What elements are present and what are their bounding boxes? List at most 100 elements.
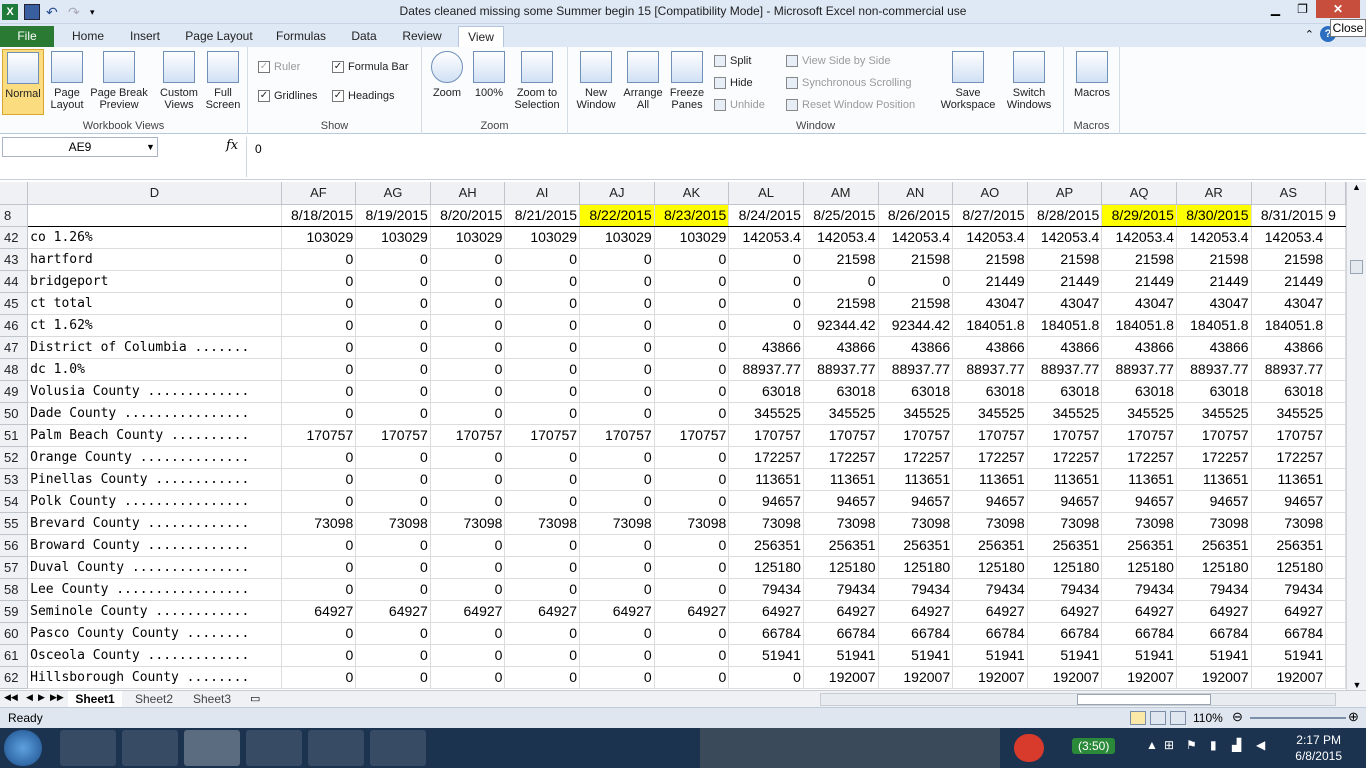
cell[interactable]: 0 (654, 314, 730, 337)
cell[interactable]: 0 (654, 534, 730, 557)
row-header[interactable]: 45 (0, 292, 29, 315)
date-header-cell[interactable]: 8/20/2015 (430, 204, 506, 227)
cell[interactable]: 0 (281, 490, 357, 513)
cell[interactable]: 103029 (430, 226, 506, 249)
gridlines-checkbox[interactable]: ✓ Gridlines (258, 90, 317, 102)
cell[interactable] (1325, 424, 1346, 447)
cell[interactable]: 192007 (1251, 666, 1327, 689)
cell[interactable]: 192007 (803, 666, 879, 689)
volume-icon[interactable]: ◀ (1256, 738, 1265, 752)
cell[interactable]: 0 (430, 666, 506, 689)
name-box[interactable]: AE9 (2, 137, 158, 157)
date-header-cell[interactable]: 8/24/2015 (728, 204, 804, 227)
cell[interactable]: 79434 (1101, 578, 1177, 601)
cell[interactable]: 94657 (728, 490, 804, 513)
cell[interactable]: 73098 (281, 512, 357, 535)
powerpoint-icon[interactable] (370, 730, 426, 766)
cell[interactable]: 88937.77 (1176, 358, 1252, 381)
cell[interactable]: 0 (654, 490, 730, 513)
cell[interactable]: 125180 (1251, 556, 1327, 579)
row-header[interactable]: 58 (0, 578, 29, 601)
cell[interactable]: 73098 (1176, 512, 1252, 535)
cell[interactable]: 142053.4 (1027, 226, 1103, 249)
row-header[interactable]: 8 (0, 204, 29, 227)
cell[interactable]: 0 (654, 468, 730, 491)
cell[interactable]: 192007 (1176, 666, 1252, 689)
cell[interactable]: 0 (728, 248, 804, 271)
cell[interactable]: 0 (355, 446, 431, 469)
cell[interactable]: 66784 (803, 622, 879, 645)
zoom-button[interactable]: Zoom (428, 49, 466, 99)
row-header[interactable]: 56 (0, 534, 29, 557)
cell[interactable]: 0 (654, 292, 730, 315)
cell[interactable]: 51941 (1027, 644, 1103, 667)
cell[interactable] (1325, 578, 1346, 601)
cell[interactable] (1325, 468, 1346, 491)
cell[interactable]: 0 (281, 358, 357, 381)
cell[interactable]: 256351 (1027, 534, 1103, 557)
cell[interactable]: 0 (504, 314, 581, 337)
cell[interactable]: 0 (579, 402, 655, 425)
cell[interactable]: 345525 (1027, 402, 1103, 425)
row-label-cell[interactable]: District of Columbia ....... (27, 336, 282, 359)
cell[interactable] (1325, 336, 1346, 359)
cell[interactable]: 73098 (579, 512, 655, 535)
chrome-icon[interactable] (246, 730, 302, 766)
cell[interactable]: 0 (654, 402, 730, 425)
cell[interactable]: 113651 (1176, 468, 1252, 491)
prev-sheet-icon[interactable]: ◀ (26, 692, 33, 703)
row-label-cell[interactable]: co 1.26% (27, 226, 282, 249)
cell[interactable]: 172257 (878, 446, 954, 469)
cell[interactable]: 0 (355, 578, 431, 601)
cell[interactable]: 103029 (579, 226, 655, 249)
cell[interactable]: 73098 (728, 512, 804, 535)
cell[interactable]: 43047 (1176, 292, 1252, 315)
cell[interactable]: 0 (579, 358, 655, 381)
cell[interactable]: 0 (430, 270, 506, 293)
cell[interactable]: 0 (654, 644, 730, 667)
cell[interactable]: 125180 (1101, 556, 1177, 579)
cell[interactable]: 21598 (803, 248, 879, 271)
row-header[interactable]: 62 (0, 666, 29, 689)
arrange-all-button[interactable]: Arrange All (620, 49, 666, 111)
cell[interactable]: 170757 (1101, 424, 1177, 447)
cell[interactable]: 103029 (654, 226, 730, 249)
cell[interactable]: 0 (504, 248, 581, 271)
cell[interactable]: 256351 (1101, 534, 1177, 557)
cell[interactable]: 184051.8 (1176, 314, 1252, 337)
sheet-tab-sheet1[interactable]: Sheet1 (68, 691, 122, 708)
row-header[interactable]: 60 (0, 622, 29, 645)
cell[interactable]: 0 (728, 314, 804, 337)
cell[interactable]: 0 (579, 336, 655, 359)
cell[interactable]: 113651 (1027, 468, 1103, 491)
cell[interactable]: 0 (430, 292, 506, 315)
cell[interactable]: 0 (579, 622, 655, 645)
cell[interactable]: 21598 (878, 292, 954, 315)
cell[interactable]: 79434 (952, 578, 1028, 601)
row-label-cell[interactable]: ct 1.62% (27, 314, 282, 337)
cell[interactable]: 0 (281, 270, 357, 293)
cell[interactable]: 113651 (1101, 468, 1177, 491)
cell[interactable]: 94657 (1176, 490, 1252, 513)
cell[interactable]: 43047 (1251, 292, 1327, 315)
cell[interactable]: 125180 (803, 556, 879, 579)
cell[interactable]: 0 (355, 248, 431, 271)
cell[interactable]: 0 (728, 270, 804, 293)
cell[interactable]: 21449 (1027, 270, 1103, 293)
cell[interactable]: 0 (504, 578, 581, 601)
cell[interactable]: 0 (504, 556, 581, 579)
cell[interactable]: 21449 (952, 270, 1028, 293)
cell[interactable]: 113651 (1251, 468, 1327, 491)
cell[interactable]: 79434 (803, 578, 879, 601)
sheet-tab-sheet3[interactable]: Sheet3 (186, 691, 238, 708)
cell[interactable]: 192007 (1101, 666, 1177, 689)
cell[interactable]: 345525 (803, 402, 879, 425)
cell[interactable] (1325, 600, 1346, 623)
row-header[interactable]: 59 (0, 600, 29, 623)
row-header[interactable]: 47 (0, 336, 29, 359)
cell[interactable]: 0 (430, 446, 506, 469)
cell[interactable] (1325, 534, 1346, 557)
zoom-100-button[interactable]: 100% (470, 49, 508, 99)
cell[interactable]: 51941 (803, 644, 879, 667)
cell[interactable]: 51941 (878, 644, 954, 667)
